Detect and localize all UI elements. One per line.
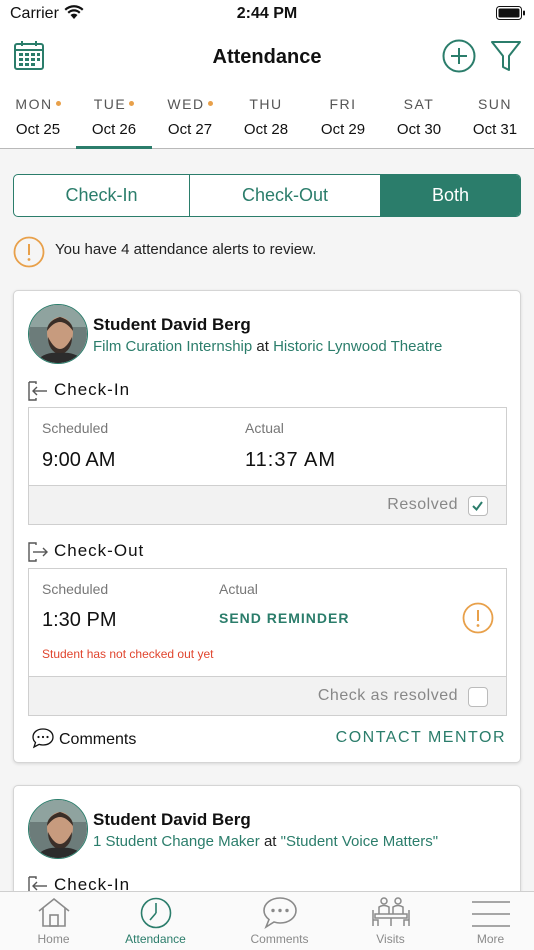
check-in-icon [27,380,49,407]
tab-visits[interactable]: Visits [337,892,444,950]
exclamation-icon [13,236,45,273]
contact-mentor-button[interactable]: CONTACT MENTOR [336,729,506,747]
alerts-banner[interactable]: You have 4 attendance alerts to review. [13,233,521,269]
resolved-row: Resolved [29,485,506,524]
day-wed[interactable]: WED Oct 27 [152,88,228,149]
comments-button[interactable]: Comments [31,727,136,754]
chat-bubble-icon [262,896,298,935]
segment-check-in[interactable]: Check-In [14,175,190,216]
visits-icon [369,896,413,935]
student-name: Student David Berg [93,810,251,829]
day-selector: MON Oct 25 TUE Oct 26 WED Oct 27 THU Oct… [0,88,534,149]
scheduled-time: 9:00 AM [42,449,116,471]
day-name: SAT [403,96,435,112]
day-date: Oct 31 [472,121,518,138]
day-date: Oct 25 [15,121,61,138]
scheduled-label: Scheduled [42,581,109,597]
speech-bubble-icon [31,727,55,754]
day-date: Oct 28 [243,121,289,138]
warning-text: Student has not checked out yet [42,647,214,661]
day-date: Oct 30 [396,121,442,138]
check-icon [472,501,483,512]
check-in-box: Scheduled 9:00 AM Actual 11:37 AM Resolv… [28,407,507,525]
tab-label: Attendance [125,932,186,946]
tab-more[interactable]: More [437,892,534,950]
at-label: at [256,338,269,355]
placement-line: 1 Student Change Maker at "Student Voice… [93,833,438,850]
clock-icon [139,896,173,935]
tab-label: Comments [250,932,309,946]
alert-dot [207,101,213,106]
status-bar: Carrier 2:44 PM [0,0,534,30]
send-reminder-button[interactable]: SEND REMINDER [219,610,349,626]
program-link[interactable]: 1 Student Change Maker [93,833,260,850]
check-in-label: Check-In [54,380,131,399]
day-tue[interactable]: TUE Oct 26 [76,88,152,149]
scheduled-time: 1:30 PM [42,609,117,631]
day-sat[interactable]: SAT Oct 30 [381,88,457,149]
day-thu[interactable]: THU Oct 28 [228,88,304,149]
student-name: Student David Berg [93,315,251,334]
check-out-box: Scheduled 1:30 PM Actual SEND REMINDER S… [28,568,507,716]
menu-icon [471,900,511,933]
clock-time: 2:44 PM [236,5,298,22]
day-name: SUN [477,96,513,112]
day-name: TUE [93,96,127,112]
day-name: MON [15,96,53,112]
resolved-checkbox[interactable] [468,496,488,516]
check-as-resolved-label: Check as resolved [317,687,458,704]
exclamation-icon [462,602,494,639]
actual-label: Actual [219,581,258,597]
day-name: THU [249,96,283,112]
battery-icon [496,6,526,25]
filter-icon[interactable] [490,39,522,78]
avatar [28,304,88,364]
resolve-row: Check as resolved [29,676,506,715]
alert-dot [129,101,135,106]
segment-both[interactable]: Both [381,175,520,216]
tab-home[interactable]: Home [0,892,107,950]
placement-line: Film Curation Internship at Historic Lyn… [93,338,442,355]
day-name: FRI [329,96,357,112]
resolve-checkbox[interactable] [468,687,488,707]
resolved-label: Resolved [387,496,458,513]
tab-label: Visits [376,932,405,946]
actual-label: Actual [245,420,284,436]
avatar [28,799,88,859]
filter-segmented-control: Check-In Check-Out Both [13,174,521,217]
program-link[interactable]: Film Curation Internship [93,338,252,355]
tab-bar: Home Attendance Comments Visits More [0,891,534,950]
day-date: Oct 27 [167,121,213,138]
tab-attendance[interactable]: Attendance [102,892,209,950]
check-out-label: Check-Out [54,541,145,560]
day-sun[interactable]: SUN Oct 31 [457,88,533,149]
alerts-text: You have 4 attendance alerts to review. [55,241,317,258]
day-mon[interactable]: MON Oct 25 [0,88,76,149]
scheduled-label: Scheduled [42,420,109,436]
day-fri[interactable]: FRI Oct 29 [305,88,381,149]
day-name: WED [167,96,205,112]
check-out-icon [27,541,49,568]
day-date: Oct 29 [320,121,366,138]
alert-dot [55,101,61,106]
nav-bar: Attendance [0,30,534,88]
site-link[interactable]: "Student Voice Matters" [281,833,438,850]
segment-check-out[interactable]: Check-Out [190,175,381,216]
tab-comments[interactable]: Comments [226,892,333,950]
add-icon[interactable] [442,39,476,78]
home-icon [36,896,72,933]
actual-time: 11:37 AM [245,449,337,471]
site-link[interactable]: Historic Lynwood Theatre [273,338,442,355]
tab-label: Home [37,932,70,946]
attendance-card: Student David Berg Film Curation Interns… [13,290,521,763]
comments-label: Comments [59,731,137,748]
tab-label: More [476,932,505,946]
at-label: at [263,833,277,850]
day-date: Oct 26 [91,121,137,138]
